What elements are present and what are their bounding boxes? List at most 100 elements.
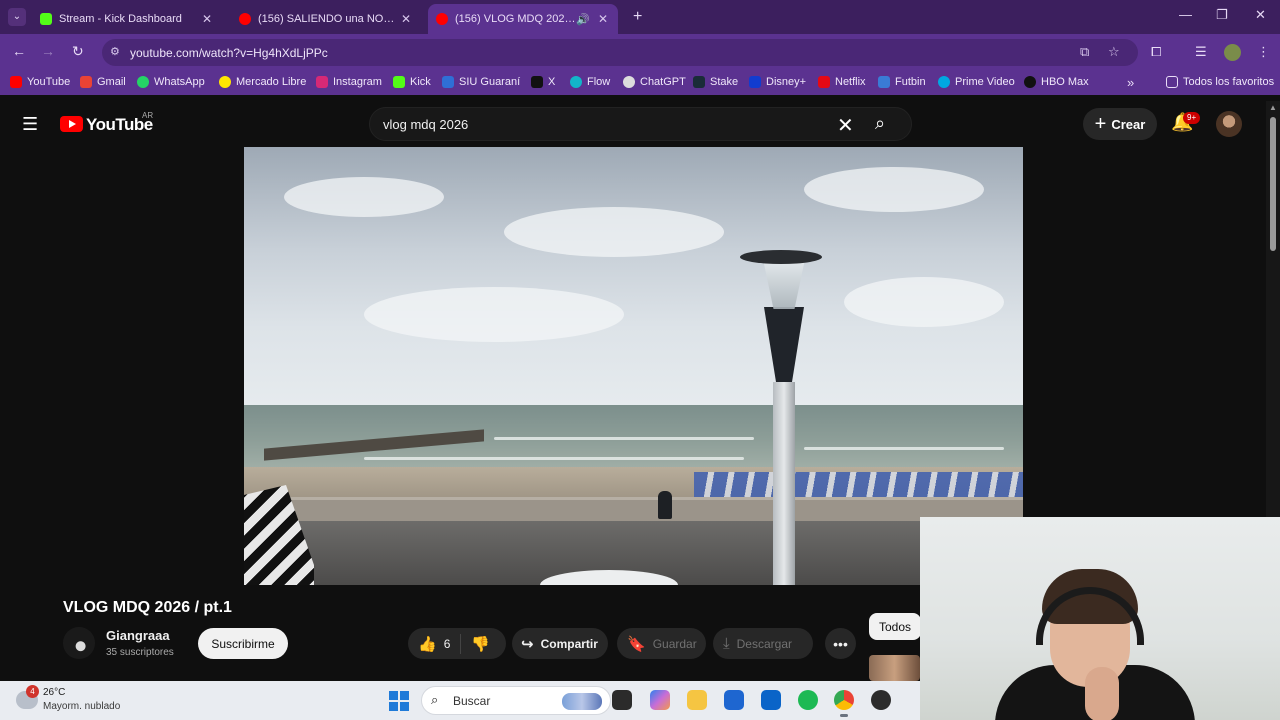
back-arrow-icon[interactable]: ← [12,43,26,59]
profile-avatar[interactable] [1224,44,1241,61]
clear-search-icon[interactable]: ✕ [837,113,854,138]
new-tab-button[interactable]: + [633,8,642,26]
video-title: VLOG MDQ 2026 / pt.1 [63,599,232,616]
bookmark-stake[interactable]: Stake [693,76,738,88]
hamburger-menu-icon[interactable]: ☰ [22,114,38,135]
audio-playing-icon[interactable]: 🔊 [576,13,590,26]
address-bar[interactable]: ⚙ youtube.com/watch?v=Hg4hXdLjPPc ⧉ ☆ [102,39,1138,66]
tab-title: (156) VLOG MDQ 2026 / pt. [455,13,576,25]
channel-avatar[interactable] [63,627,95,659]
like-button[interactable]: 👍 6 [408,628,450,659]
more-bookmarks-chevron-icon[interactable]: » [1127,75,1134,90]
reload-icon[interactable]: ↻ [72,43,84,60]
folder-icon [1166,76,1178,88]
youtube-favicon-icon [436,13,448,25]
search-icon[interactable]: ⌕ [875,113,885,134]
file-explorer-icon[interactable] [687,690,707,710]
bookmark-label: SIU Guaraní [459,76,521,88]
scrollbar-thumb[interactable] [1270,117,1276,251]
video-frame-person [658,491,672,519]
close-tab-icon[interactable]: ✕ [596,12,610,26]
task-view-icon[interactable] [612,690,632,710]
search-input[interactable]: vlog mdq 2026 [383,117,468,132]
taskbar-search-box[interactable]: ⌕ Buscar [421,686,611,715]
kick-icon [393,76,405,88]
scroll-up-arrow-icon[interactable]: ▲ [1269,103,1277,112]
bookmark-instagram[interactable]: Instagram [316,76,382,88]
bookmark-label: X [548,76,556,88]
bookmark-prime-video[interactable]: Prime Video [938,76,1015,88]
weather-alert-badge: 4 [26,685,39,698]
share-label: Compartir [540,636,598,651]
download-button[interactable]: ⤓ Descargar [713,628,813,659]
microsoft-store-icon[interactable] [724,690,744,710]
browser-toolbar: ← → ↻ ⚙ youtube.com/watch?v=Hg4hXdLjPPc … [0,34,1280,71]
save-button[interactable]: 🔖 Guardar [617,628,706,659]
bookmark-mercado-libre[interactable]: Mercado Libre [219,76,306,88]
restore-window-icon[interactable]: ❐ [1216,7,1228,23]
video-frame-cloud [844,277,1004,327]
bookmark-flow[interactable]: Flow [570,76,610,88]
browser-tab-vlog-mdq[interactable]: (156) VLOG MDQ 2026 / pt. 🔊 ✕ [428,4,618,34]
video-player[interactable] [244,147,1023,585]
browser-tab-saliendo-noche[interactable]: (156) SALIENDO una NOCHE de ✕ [231,4,421,34]
url-text[interactable]: youtube.com/watch?v=Hg4hXdLjPPc [130,46,328,60]
forward-arrow-icon[interactable]: → [41,43,55,59]
bookmark-disney-plus[interactable]: Disney+ [749,76,806,88]
bookmark-hbo-max[interactable]: HBO Max [1024,76,1089,88]
thumbs-up-icon: 👍 [418,635,437,653]
outlook-icon[interactable] [761,690,781,710]
search-box[interactable]: vlog mdq 2026 ✕ ⌕ [369,107,912,141]
channel-name[interactable]: Giangraaa [106,628,170,643]
subscribe-button[interactable]: Suscribirme [198,628,288,659]
browser-tab-kick-dashboard[interactable]: Stream - Kick Dashboard ✕ [32,4,222,34]
bookmark-chatgpt[interactable]: ChatGPT [623,76,686,88]
video-frame-lamp-pole [773,382,795,585]
account-avatar[interactable] [1216,111,1242,137]
close-tab-icon[interactable]: ✕ [399,12,413,26]
weather-description[interactable]: Mayorm. nublado [43,701,120,712]
steam-icon[interactable] [871,690,891,710]
bookmark-label: Mercado Libre [236,76,307,88]
youtube-icon [10,76,22,88]
site-info-icon[interactable]: ⚙ [110,45,120,58]
bookmark-x[interactable]: X [531,76,555,88]
all-bookmarks-folder[interactable]: Todos los favoritos [1166,76,1274,88]
reading-list-icon[interactable]: ☰ [1195,44,1207,60]
bookmark-futbin[interactable]: Futbin [878,76,926,88]
video-frame-lamp-cap [740,250,822,264]
bookmark-siu-guarani[interactable]: SIU Guaraní [442,76,520,88]
share-button[interactable]: ↪ Compartir [512,628,608,659]
video-frame-wave [494,437,754,440]
filter-chip-todos[interactable]: Todos [869,613,921,640]
windows-start-icon[interactable] [389,691,409,711]
bookmark-netflix[interactable]: Netflix [818,76,866,88]
recommended-video-thumbnail[interactable] [869,655,920,681]
close-tab-icon[interactable]: ✕ [200,12,214,26]
bookmark-star-icon[interactable]: ☆ [1108,44,1120,60]
bookmark-whatsapp[interactable]: WhatsApp [137,76,205,88]
tab-search-button[interactable]: ⌄ [8,8,26,26]
youtube-favicon-icon [239,13,251,25]
bookmark-kick[interactable]: Kick [393,76,431,88]
bookmark-label: Kick [410,76,431,88]
thumbs-down-icon[interactable]: 👎 [471,635,490,653]
minimize-window-icon[interactable]: — [1179,7,1192,22]
weather-temperature[interactable]: 26°C [43,687,65,698]
spotify-icon[interactable] [798,690,818,710]
stake-icon [693,76,705,88]
bookmark-label: YouTube [27,76,71,88]
more-actions-button[interactable]: ••• [825,628,856,659]
bookmark-label: Stake [710,76,739,88]
chrome-icon[interactable] [834,690,854,717]
extensions-puzzle-icon[interactable]: ⧠ [1151,44,1161,60]
youtube-logo-icon[interactable] [60,116,83,132]
create-button[interactable]: + Crear [1083,108,1157,140]
close-window-icon[interactable]: ✕ [1255,7,1266,23]
bookmark-youtube[interactable]: YouTube [10,76,70,88]
install-app-icon[interactable]: ⧉ [1080,44,1089,60]
browser-menu-icon[interactable]: ⋮ [1257,44,1270,60]
hbo-max-icon [1024,76,1036,88]
copilot-icon[interactable] [650,690,670,710]
bookmark-gmail[interactable]: Gmail [80,76,126,88]
